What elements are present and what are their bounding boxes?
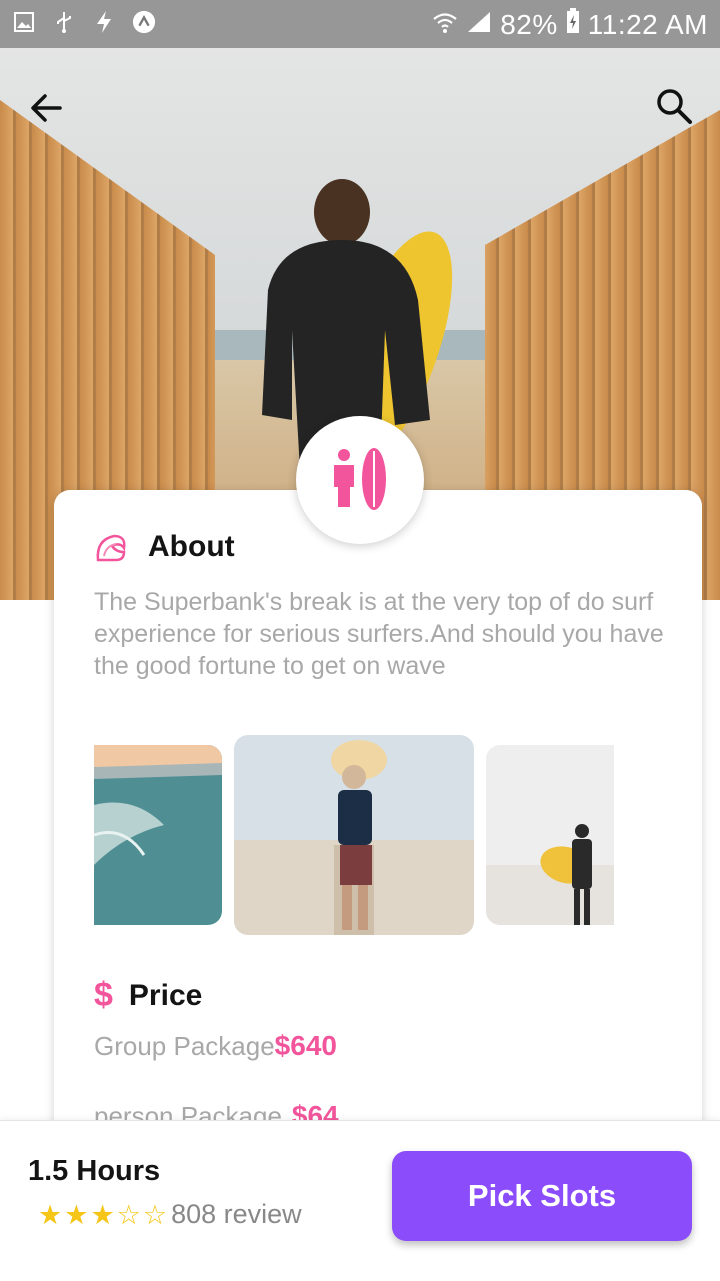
- star-empty-icon: ☆: [142, 1199, 168, 1230]
- details-card: About The Superbank's break is at the ve…: [54, 490, 702, 1150]
- gallery-photo-3[interactable]: [486, 745, 614, 925]
- star-empty-icon: ☆: [116, 1199, 141, 1230]
- usb-icon: [52, 10, 76, 34]
- about-description: The Superbank's break is at the very top…: [94, 588, 664, 680]
- about-header: About: [94, 530, 235, 564]
- gallery-icon: [12, 10, 36, 34]
- battery-percent: 82%: [500, 8, 558, 40]
- gallery-photo-1[interactable]: [94, 745, 222, 925]
- signal-icon: [466, 9, 492, 41]
- surfer-board-icon: [334, 448, 386, 510]
- price-header: $ Price: [94, 976, 202, 1015]
- booking-bar: 1.5 Hours ★ ★ ★ ☆ ☆ 808 review Pick Slot…: [0, 1120, 720, 1281]
- rating: ★ ★ ★ ☆ ☆ 808 review: [38, 1199, 302, 1230]
- star-filled-icon: ★: [90, 1199, 115, 1230]
- price-title: Price: [128, 978, 203, 1012]
- star-filled-icon: ★: [38, 1199, 63, 1230]
- clock-time: 11:22 AM: [587, 8, 708, 40]
- battery-icon: [566, 8, 580, 41]
- review-count: 808 review: [171, 1199, 302, 1229]
- app-icon: [132, 10, 156, 34]
- gallery-photo-2[interactable]: [234, 735, 474, 935]
- pick-slots-button[interactable]: Pick Slots: [392, 1151, 692, 1241]
- search-button[interactable]: [654, 86, 694, 126]
- back-button[interactable]: [26, 88, 66, 128]
- star-filled-icon: ★: [64, 1199, 89, 1230]
- arrow-left-icon: [31, 94, 62, 122]
- status-bar: 82% 11:22 AM: [0, 0, 720, 48]
- about-title: About: [148, 530, 235, 563]
- wifi-icon: [432, 9, 458, 41]
- group-package: Group Package$640: [94, 1030, 337, 1062]
- surfer-walking-beach-photo: [486, 745, 614, 925]
- activity-badge: [296, 416, 424, 544]
- wave-icon: [96, 534, 126, 562]
- package-amount: $640: [274, 1030, 337, 1061]
- photo-gallery[interactable]: [94, 735, 614, 935]
- surfer-carrying-board-photo: [234, 735, 474, 935]
- ocean-shore-photo: [94, 745, 222, 925]
- search-icon: [657, 89, 692, 124]
- package-label: Group Package: [94, 1031, 275, 1061]
- dollar-icon: $: [94, 976, 113, 1014]
- duration-label: 1.5 Hours: [28, 1155, 161, 1187]
- flash-icon: [92, 10, 116, 34]
